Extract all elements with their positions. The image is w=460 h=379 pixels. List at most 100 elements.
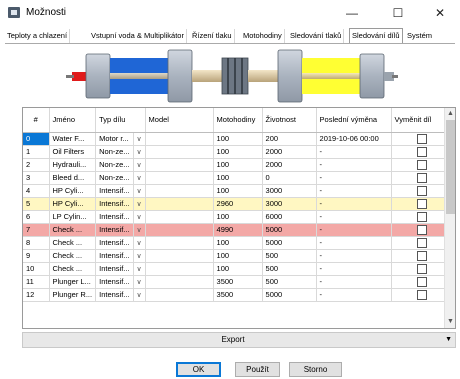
tab-parts-tracking[interactable]: Sledování dílů: [349, 28, 403, 44]
motor-hours-cell[interactable]: 100: [213, 236, 263, 250]
replace-part-checkbox[interactable]: [417, 289, 428, 300]
row-number-cell[interactable]: 2: [23, 158, 50, 172]
scroll-up-arrow-icon[interactable]: ▲: [446, 109, 455, 119]
table-row[interactable]: 3 Bleed d... Non-ze... ∨ 100 0-: [23, 171, 454, 185]
table-row[interactable]: 5 HP Cyli... Intensif... ∨ 2960 3000-: [23, 197, 454, 211]
part-type-dropdown[interactable]: ∨: [133, 275, 146, 289]
model-cell[interactable]: [145, 262, 214, 276]
name-cell[interactable]: Check ...: [49, 236, 97, 250]
row-number-cell[interactable]: 9: [23, 249, 50, 263]
replace-part-checkbox[interactable]: [417, 250, 428, 261]
part-type-cell[interactable]: Intensif...: [95, 184, 134, 198]
part-type-dropdown[interactable]: ∨: [133, 262, 146, 276]
lifetime-cell[interactable]: 5000: [262, 288, 317, 302]
motor-hours-cell[interactable]: 100: [213, 158, 263, 172]
table-row[interactable]: 9 Check ... Intensif... ∨ 100 500-: [23, 249, 454, 263]
name-cell[interactable]: Oil Filters: [49, 145, 97, 159]
last-replacement-cell[interactable]: -: [316, 236, 392, 250]
part-type-cell[interactable]: Intensif...: [95, 288, 134, 302]
replace-part-checkbox[interactable]: [417, 146, 428, 157]
model-cell[interactable]: [145, 236, 214, 250]
last-replacement-cell[interactable]: -: [316, 171, 392, 185]
last-replacement-cell[interactable]: -: [316, 262, 392, 276]
motor-hours-cell[interactable]: 4990: [213, 223, 263, 237]
part-type-cell[interactable]: Intensif...: [95, 262, 134, 276]
last-replacement-cell[interactable]: -: [316, 145, 392, 159]
row-number-cell[interactable]: 10: [23, 262, 50, 276]
row-number-cell[interactable]: 1: [23, 145, 50, 159]
model-cell[interactable]: [145, 171, 214, 185]
replace-part-checkbox[interactable]: [417, 237, 428, 248]
table-row[interactable]: 10 Check ... Intensif... ∨ 100 500-: [23, 262, 454, 276]
last-replacement-cell[interactable]: -: [316, 275, 392, 289]
row-number-cell[interactable]: 11: [23, 275, 50, 289]
part-type-cell[interactable]: Intensif...: [95, 249, 134, 263]
row-number-cell[interactable]: 4: [23, 184, 50, 198]
col-header-last-replacement[interactable]: Poslední výměna: [316, 108, 392, 133]
model-cell[interactable]: [145, 184, 214, 198]
row-number-cell[interactable]: 12: [23, 288, 50, 302]
part-type-cell[interactable]: Intensif...: [95, 236, 134, 250]
last-replacement-cell[interactable]: -: [316, 210, 392, 224]
part-type-cell[interactable]: Intensif...: [95, 223, 134, 237]
replace-part-checkbox[interactable]: [417, 276, 428, 287]
col-header-name[interactable]: Jméno: [49, 108, 97, 133]
row-number-cell[interactable]: 3: [23, 171, 50, 185]
last-replacement-cell[interactable]: -: [316, 223, 392, 237]
last-replacement-cell[interactable]: -: [316, 197, 392, 211]
part-type-dropdown[interactable]: ∨: [133, 132, 146, 146]
motor-hours-cell[interactable]: 100: [213, 249, 263, 263]
motor-hours-cell[interactable]: 2960: [213, 197, 263, 211]
part-type-dropdown[interactable]: ∨: [133, 249, 146, 263]
part-type-dropdown[interactable]: ∨: [133, 158, 146, 172]
ok-button[interactable]: OK: [176, 362, 221, 377]
replace-part-checkbox[interactable]: [417, 133, 428, 144]
part-type-dropdown[interactable]: ∨: [133, 145, 146, 159]
model-cell[interactable]: [145, 145, 214, 159]
row-number-cell[interactable]: 8: [23, 236, 50, 250]
name-cell[interactable]: Water F...: [49, 132, 97, 146]
model-cell[interactable]: [145, 249, 214, 263]
row-number-cell[interactable]: 7: [23, 223, 50, 237]
last-replacement-cell[interactable]: 2019-10-06 00:00: [316, 132, 392, 146]
part-type-dropdown[interactable]: ∨: [133, 171, 146, 185]
part-type-cell[interactable]: Non-ze...: [95, 171, 134, 185]
name-cell[interactable]: HP Cyli...: [49, 184, 97, 198]
row-number-cell[interactable]: 5: [23, 197, 50, 211]
part-type-cell[interactable]: Intensif...: [95, 210, 134, 224]
name-cell[interactable]: Check ...: [49, 249, 97, 263]
apply-button[interactable]: Použít: [235, 362, 280, 377]
name-cell[interactable]: Plunger L...: [49, 275, 97, 289]
row-number-cell[interactable]: 6: [23, 210, 50, 224]
name-cell[interactable]: Check ...: [49, 223, 97, 237]
replace-part-checkbox[interactable]: [417, 185, 428, 196]
table-row[interactable]: 12 Plunger R... Intensif... ∨ 3500 5000-: [23, 288, 454, 302]
name-cell[interactable]: HP Cyli...: [49, 197, 97, 211]
last-replacement-cell[interactable]: -: [316, 158, 392, 172]
replace-part-checkbox[interactable]: [417, 263, 428, 274]
lifetime-cell[interactable]: 500: [262, 249, 317, 263]
lifetime-cell[interactable]: 3000: [262, 184, 317, 198]
model-cell[interactable]: [145, 210, 214, 224]
minimize-button[interactable]: —: [332, 2, 372, 24]
lifetime-cell[interactable]: 0: [262, 171, 317, 185]
name-cell[interactable]: Bleed d...: [49, 171, 97, 185]
last-replacement-cell[interactable]: -: [316, 288, 392, 302]
model-cell[interactable]: [145, 223, 214, 237]
col-header-number[interactable]: #: [23, 108, 50, 133]
col-header-model[interactable]: Model: [145, 108, 214, 133]
motor-hours-cell[interactable]: 100: [213, 262, 263, 276]
part-type-cell[interactable]: Intensif...: [95, 275, 134, 289]
table-row[interactable]: 2 Hydrauli... Non-ze... ∨ 100 2000-: [23, 158, 454, 172]
part-type-dropdown[interactable]: ∨: [133, 210, 146, 224]
part-type-cell[interactable]: Non-ze...: [95, 145, 134, 159]
scrollbar-thumb[interactable]: [446, 120, 455, 214]
table-row[interactable]: 1 Oil Filters Non-ze... ∨ 100 2000-: [23, 145, 454, 159]
table-row[interactable]: 8 Check ... Intensif... ∨ 100 5000-: [23, 236, 454, 250]
cancel-button[interactable]: Storno: [289, 362, 342, 377]
part-type-dropdown[interactable]: ∨: [133, 197, 146, 211]
table-row[interactable]: 0 Water F... Motor r... ∨ 100 200 2019-10-06 0…: [23, 132, 454, 146]
replace-part-checkbox[interactable]: [417, 198, 428, 209]
part-type-cell[interactable]: Motor r...: [95, 132, 134, 146]
motor-hours-cell[interactable]: 100: [213, 171, 263, 185]
